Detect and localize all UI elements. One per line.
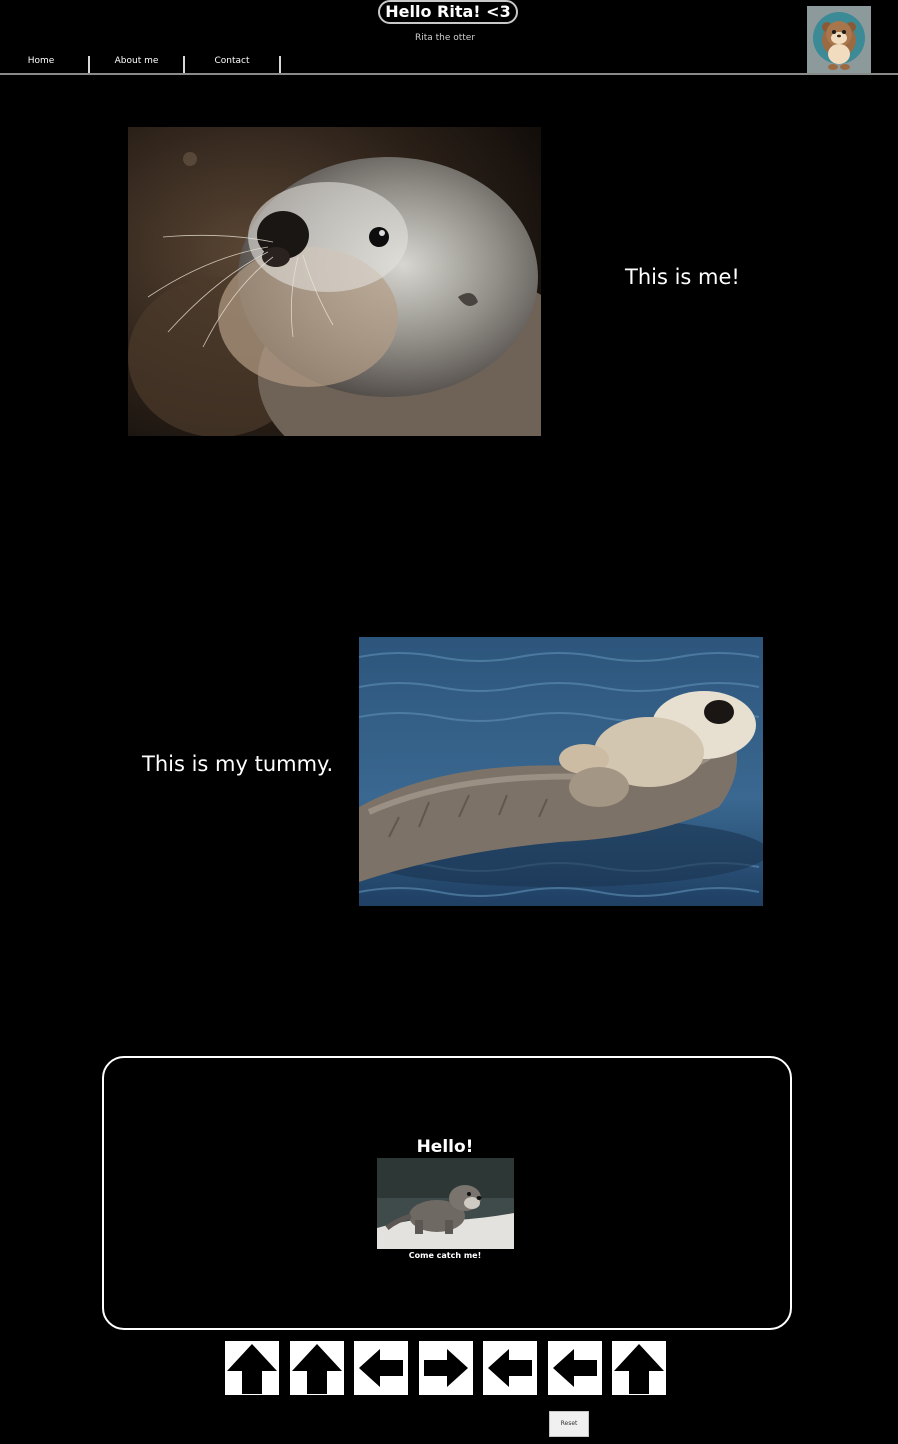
otter-face-photo	[128, 127, 541, 436]
otter-floating-photo	[359, 637, 763, 906]
arrow-left-icon	[359, 1349, 403, 1387]
arrow-left-button[interactable]	[354, 1341, 408, 1395]
arrow-left-button[interactable]	[483, 1341, 537, 1395]
site-subtitle: Rita the otter	[414, 33, 476, 43]
main-nav: Home About me Contact	[0, 53, 898, 73]
nav-home[interactable]: Home	[0, 53, 82, 72]
arrow-left-icon	[488, 1349, 532, 1387]
arrow-right-button[interactable]	[419, 1341, 473, 1395]
nav-contact[interactable]: Contact	[185, 53, 279, 72]
arrow-up-button[interactable]	[225, 1341, 279, 1395]
catch-otter-image[interactable]	[377, 1158, 514, 1249]
first-caption: This is me!	[625, 265, 740, 289]
nav-divider	[279, 56, 281, 73]
game-caption: Come catch me!	[408, 1251, 482, 1260]
second-caption: This is my tummy.	[142, 752, 334, 776]
page: Hello Rita! <3 Rita the otter Home About…	[0, 0, 898, 1444]
arrow-left-icon	[553, 1349, 597, 1387]
site-title: Hello Rita! <3	[378, 0, 518, 24]
arrow-up-button[interactable]	[612, 1341, 666, 1395]
arrow-up-icon	[227, 1344, 277, 1394]
reset-button[interactable]: Reset	[549, 1411, 589, 1437]
game-title: Hello!	[416, 1137, 474, 1157]
arrow-up-icon	[614, 1344, 664, 1394]
arrow-right-icon	[424, 1349, 468, 1387]
arrow-left-button[interactable]	[548, 1341, 602, 1395]
arrow-up-button[interactable]	[290, 1341, 344, 1395]
arrow-up-icon	[292, 1344, 342, 1394]
header-divider	[0, 73, 898, 75]
nav-about-me[interactable]: About me	[90, 53, 183, 72]
